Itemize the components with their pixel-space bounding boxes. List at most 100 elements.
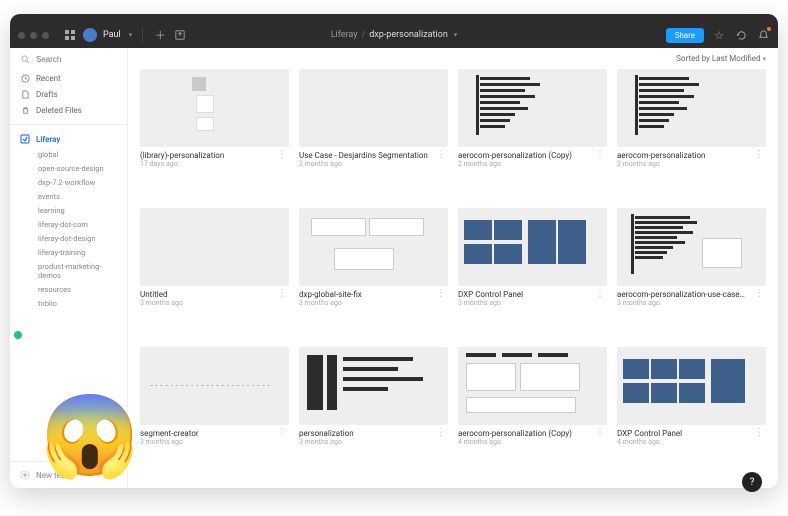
file-card[interactable]: segment-creator3 months ago⋮ xyxy=(140,347,289,476)
sidebar-new-team[interactable]: New team xyxy=(10,461,127,488)
breadcrumb-sep: / xyxy=(361,30,365,40)
file-card[interactable]: aerocom-personalization (Copy)4 months a… xyxy=(458,347,607,476)
file-subtitle: 2 months ago xyxy=(617,160,705,168)
sidebar-folder[interactable]: events xyxy=(38,189,117,203)
help-button[interactable]: ? xyxy=(742,472,762,492)
file-card[interactable]: DXP Control Panel3 months ago⋮ xyxy=(458,208,607,337)
user-name[interactable]: Paul xyxy=(103,30,121,40)
file-title: aerocom-personalization xyxy=(617,151,705,160)
sidebar-folder[interactable]: liferay-dot-design xyxy=(38,231,117,245)
kebab-icon[interactable]: ⋮ xyxy=(434,151,448,159)
topbar-right: Share ☆ xyxy=(666,28,770,43)
sidebar-folder[interactable]: open-source-design xyxy=(38,161,117,175)
sidebar-item-label: Recent xyxy=(36,74,61,83)
file-icon xyxy=(20,89,30,99)
search-input[interactable] xyxy=(36,55,106,64)
file-subtitle: 4 months ago xyxy=(617,438,682,446)
avatar[interactable] xyxy=(83,28,97,42)
sidebar-folder[interactable]: liferay-training xyxy=(38,245,117,259)
file-subtitle: 3 months ago xyxy=(299,299,362,307)
plus-circle-icon xyxy=(20,470,30,480)
kebab-icon[interactable]: ⋮ xyxy=(593,290,607,298)
file-card[interactable]: dxp-global-site-fix3 months ago ⋮ xyxy=(299,208,448,337)
app-menu-icon[interactable] xyxy=(63,28,77,42)
file-title: DXP Control Panel xyxy=(617,429,682,438)
sidebar-project[interactable]: Liferay xyxy=(20,131,117,147)
file-subtitle: 17 days ago xyxy=(140,160,224,168)
file-title: personalization xyxy=(299,429,354,438)
project-icon xyxy=(20,134,30,144)
file-card[interactable]: (library)-personalization17 days ago⋮ xyxy=(140,69,289,198)
topbar: Paul ▾ ＋ Liferay / dxp-personalization ▾… xyxy=(10,22,778,48)
breadcrumb: Liferay / dxp-personalization ▾ xyxy=(331,30,458,40)
breadcrumb-current[interactable]: dxp-personalization xyxy=(369,30,448,40)
file-card[interactable]: aerocom-personalization (Copy)2 months a… xyxy=(458,69,607,198)
file-subtitle: 3 months ago xyxy=(458,299,523,307)
kebab-icon[interactable]: ⋮ xyxy=(752,429,766,437)
trash-icon xyxy=(20,105,30,115)
sidebar-folder[interactable]: learning xyxy=(38,203,117,217)
kebab-icon[interactable]: ⋮ xyxy=(593,151,607,159)
file-thumb xyxy=(617,347,766,425)
kebab-icon[interactable]: ⋮ xyxy=(752,151,766,159)
traffic-light[interactable] xyxy=(30,32,37,39)
file-card[interactable]: Untitled3 months ago⋮ xyxy=(140,208,289,337)
sidebar-folder[interactable]: triblio xyxy=(38,296,117,310)
file-thumb xyxy=(299,208,448,286)
file-card[interactable]: DXP Control Panel4 months ago ⋮ xyxy=(617,347,766,476)
file-title: Untitled xyxy=(140,290,183,299)
kebab-icon[interactable]: ⋮ xyxy=(275,151,289,159)
presence-indicator xyxy=(12,329,24,341)
kebab-icon[interactable]: ⋮ xyxy=(434,429,448,437)
breadcrumb-parent[interactable]: Liferay xyxy=(331,30,358,40)
traffic-light[interactable] xyxy=(42,32,49,39)
file-thumb xyxy=(140,208,289,286)
sidebar-item-label: liferay-dot-design xyxy=(38,234,95,243)
share-button[interactable]: Share xyxy=(666,28,704,43)
kebab-icon[interactable]: ⋮ xyxy=(752,290,766,298)
divider xyxy=(142,27,143,43)
sidebar-folder[interactable]: dxp-7.2-workflow xyxy=(38,175,117,189)
chevron-down-icon[interactable]: ▾ xyxy=(129,31,133,39)
sidebar-folder[interactable]: global xyxy=(38,147,117,161)
traffic-light[interactable] xyxy=(18,32,25,39)
file-title: segment-creator xyxy=(140,429,199,438)
sidebar-deleted[interactable]: Deleted Files xyxy=(20,102,117,118)
kebab-icon[interactable]: ⋮ xyxy=(275,290,289,298)
sidebar-folder[interactable]: product-marketing-demos xyxy=(38,259,117,282)
sidebar-item-label: open-source-design xyxy=(38,164,104,173)
file-card[interactable]: aerocom-personalization2 months ago ⋮ xyxy=(617,69,766,198)
body: Recent Drafts Deleted Files xyxy=(10,48,778,488)
kebab-icon[interactable]: ⋮ xyxy=(593,429,607,437)
file-card[interactable]: aerocom-personalization-use-cases…3 mont… xyxy=(617,208,766,337)
sidebar: Recent Drafts Deleted Files xyxy=(10,48,128,488)
sidebar-folder[interactable]: liferay-dot-com xyxy=(38,217,117,231)
file-title: aerocom-personalization-use-cases… xyxy=(617,290,747,299)
sidebar-folder[interactable]: resources xyxy=(38,282,117,296)
file-subtitle: 2 months ago xyxy=(299,160,428,168)
sort-label[interactable]: Sorted by Last Modified ▾ xyxy=(676,54,766,63)
sidebar-item-label: events xyxy=(38,192,60,201)
file-card[interactable]: Use Case - Desjardins Segmentation2 mont… xyxy=(299,69,448,198)
sidebar-drafts[interactable]: Drafts xyxy=(20,86,117,102)
sidebar-project-children: global open-source-design dxp-7.2-workfl… xyxy=(20,147,117,310)
new-file-icon[interactable]: ＋ xyxy=(153,28,167,42)
import-icon[interactable] xyxy=(173,28,187,42)
file-thumb xyxy=(617,69,766,147)
file-subtitle: 3 months ago xyxy=(299,438,354,446)
file-thumb xyxy=(299,347,448,425)
file-title: dxp-global-site-fix xyxy=(299,290,362,299)
file-thumb xyxy=(458,347,607,425)
kebab-icon[interactable]: ⋮ xyxy=(434,290,448,298)
star-icon[interactable]: ☆ xyxy=(712,28,726,42)
sidebar-recent[interactable]: Recent xyxy=(20,70,117,86)
chevron-down-icon[interactable]: ▾ xyxy=(454,31,458,39)
history-icon[interactable] xyxy=(734,28,748,42)
bell-icon[interactable] xyxy=(756,28,770,42)
divider xyxy=(10,124,127,125)
search-row[interactable] xyxy=(10,48,127,70)
file-card[interactable]: personalization3 months ago ⋮ xyxy=(299,347,448,476)
kebab-icon[interactable]: ⋮ xyxy=(275,429,289,437)
sidebar-item-label: resources xyxy=(38,285,71,294)
file-thumb xyxy=(458,69,607,147)
